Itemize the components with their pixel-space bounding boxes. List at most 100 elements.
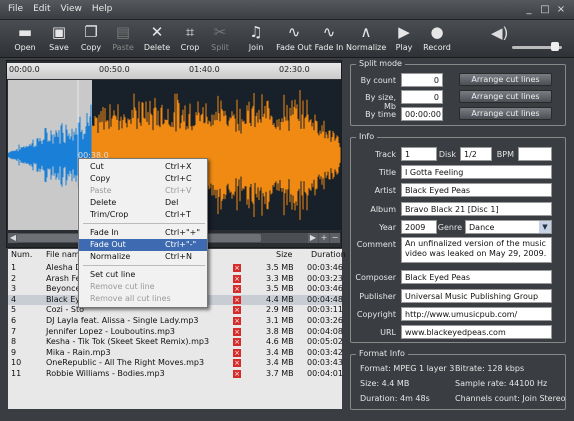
split-value-field[interactable]: 0 bbox=[401, 90, 443, 104]
close-button[interactable]: × bbox=[554, 3, 568, 16]
copy-button[interactable]: ❐ Copy bbox=[78, 22, 104, 52]
save-button[interactable]: ▣ Save bbox=[46, 22, 72, 52]
split-icon: ✂ bbox=[213, 23, 227, 41]
col-num[interactable]: Num. bbox=[11, 249, 32, 261]
row-duration: 00:03:23 bbox=[307, 273, 343, 283]
url-field[interactable]: www.blackeyedpeas.com bbox=[401, 325, 552, 339]
fade-in-icon: ∿ bbox=[322, 23, 336, 41]
ruler-tick: 00:00.0 bbox=[9, 65, 40, 74]
play-button[interactable]: ▶ Play bbox=[391, 22, 417, 52]
volume-knob[interactable] bbox=[551, 42, 559, 51]
menu-item-label: Copy bbox=[90, 174, 111, 183]
remove-file-icon[interactable]: × bbox=[233, 359, 241, 368]
disk-field[interactable]: 1/2 bbox=[460, 147, 492, 161]
menu-item-label: Remove all cut lines bbox=[90, 294, 171, 303]
menu-file[interactable]: File bbox=[8, 4, 23, 14]
menu-item-shortcut: Ctrl+C bbox=[165, 174, 192, 183]
arrange-cut-lines-button[interactable]: Arrange cut lines bbox=[459, 73, 552, 86]
row-file-name: Mika - Rain.mp3 bbox=[46, 347, 111, 357]
table-row[interactable]: 10 OneRepublic - All The Right Moves.mp3 3… bbox=[8, 358, 343, 369]
remove-file-icon[interactable]: × bbox=[233, 317, 241, 325]
menu-item-cut[interactable]: Cut Ctrl+X bbox=[79, 161, 207, 173]
remove-file-icon[interactable]: × bbox=[233, 348, 241, 357]
split-mode-title: Split mode bbox=[356, 59, 405, 68]
track-label: Track bbox=[375, 150, 396, 159]
menu-item-remove-all-cut-lines[interactable]: Remove all cut lines bbox=[79, 293, 207, 305]
toolbar-label: Play bbox=[395, 43, 413, 52]
maximize-button[interactable]: □ bbox=[538, 3, 552, 16]
copyright-label: Copyright bbox=[356, 310, 396, 319]
genre-select[interactable]: Dance ▼ bbox=[465, 220, 552, 234]
play-icon: ▶ bbox=[398, 23, 410, 41]
row-size: 3.4 MB bbox=[266, 358, 294, 368]
delete-button[interactable]: ✕ Delete bbox=[142, 22, 172, 52]
zoom-in-button[interactable]: + bbox=[319, 233, 329, 243]
menu-item-set-cut-line[interactable]: Set cut line bbox=[79, 269, 207, 281]
fade-out-button[interactable]: ∿ Fade Out bbox=[276, 22, 312, 52]
menu-item-delete[interactable]: Delete Del bbox=[79, 197, 207, 209]
row-size: 4.6 MB bbox=[266, 337, 294, 347]
composer-field[interactable]: Black Eyed Peas bbox=[401, 270, 552, 284]
record-button[interactable]: ● Record bbox=[420, 22, 454, 52]
col-size[interactable]: Size bbox=[276, 249, 292, 261]
crop-icon: ⌗ bbox=[185, 23, 195, 41]
menu-item-fade-out[interactable]: Fade Out Ctrl+"-" bbox=[79, 239, 207, 251]
minimize-button[interactable]: _ bbox=[522, 3, 536, 16]
chevron-down-icon[interactable]: ▼ bbox=[539, 221, 551, 233]
row-size: 3.4 MB bbox=[266, 347, 294, 357]
format-text: Format: MPEG 1 layer 3 bbox=[360, 364, 455, 373]
menu-view[interactable]: View bbox=[61, 4, 82, 14]
menu-item-paste[interactable]: Paste Ctrl+V bbox=[79, 185, 207, 197]
crop-button[interactable]: ⌗ Crop bbox=[177, 22, 203, 52]
menu-item-copy[interactable]: Copy Ctrl+C bbox=[79, 173, 207, 185]
publisher-field[interactable]: Universal Music Publishing Group bbox=[401, 289, 552, 303]
remove-file-icon[interactable]: × bbox=[233, 338, 241, 347]
join-button[interactable]: ♫ Join bbox=[243, 22, 269, 52]
menu-separator bbox=[83, 265, 205, 266]
split-button[interactable]: ✂ Split bbox=[207, 22, 233, 52]
menu-item-trim-crop[interactable]: Trim/Crop Ctrl+T bbox=[79, 209, 207, 221]
paste-button[interactable]: ▤ Paste bbox=[110, 22, 136, 52]
row-num: 11 bbox=[11, 369, 22, 378]
split-value-field[interactable]: 00:00:00 bbox=[401, 107, 443, 121]
table-row[interactable]: 11 Robbie Williams - Bodies.mp3 3.7 MB 00:0… bbox=[8, 369, 343, 380]
year-label: Year bbox=[379, 223, 396, 232]
remove-file-icon[interactable]: × bbox=[233, 264, 241, 272]
track-field[interactable]: 1 bbox=[401, 147, 437, 161]
year-field[interactable]: 2009 bbox=[401, 220, 437, 234]
zoom-out-button[interactable]: − bbox=[330, 233, 340, 243]
open-button[interactable]: ▬ Open bbox=[12, 22, 38, 52]
col-duration[interactable]: Duration bbox=[311, 249, 346, 261]
album-field[interactable]: Bravo Black 21 [Disc 1] bbox=[401, 202, 552, 216]
menu-item-normalize[interactable]: Normalize Ctrl+N bbox=[79, 251, 207, 263]
menu-item-label: Remove cut line bbox=[90, 282, 155, 291]
scroll-right-button[interactable]: ▶ bbox=[308, 233, 318, 243]
composer-label: Composer bbox=[355, 273, 396, 282]
arrange-cut-lines-button[interactable]: Arrange cut lines bbox=[459, 90, 552, 103]
table-row[interactable]: 9 Mika - Rain.mp3 3.4 MB 00:03:42 × bbox=[8, 347, 343, 359]
copyright-field[interactable]: http://www.umusicpub.com/ bbox=[401, 307, 552, 321]
menu-edit[interactable]: Edit bbox=[33, 4, 50, 14]
remove-file-icon[interactable]: × bbox=[233, 306, 241, 315]
artist-field[interactable]: Black Eyed Peas bbox=[401, 183, 552, 197]
comment-field[interactable]: An unfinalized version of the music vide… bbox=[401, 237, 552, 263]
fade-in-button[interactable]: ∿ Fade In bbox=[314, 22, 344, 52]
menu-item-remove-cut-line[interactable]: Remove cut line bbox=[79, 281, 207, 293]
table-row[interactable]: 6 DJ Layla feat. Alissa - Single Lady.mp3… bbox=[8, 316, 343, 327]
arrange-cut-lines-button[interactable]: Arrange cut lines bbox=[459, 107, 552, 120]
menu-item-fade-in[interactable]: Fade In Ctrl+"+" bbox=[79, 227, 207, 239]
title-field[interactable]: I Gotta Feeling bbox=[401, 165, 552, 179]
table-row[interactable]: 7 Jennifer Lopez - Louboutins.mp3 3.8 MB 00… bbox=[8, 327, 343, 338]
remove-file-icon[interactable]: × bbox=[233, 285, 241, 294]
normalize-button[interactable]: ∧ Normalize bbox=[346, 22, 386, 52]
remove-file-icon[interactable]: × bbox=[233, 327, 241, 336]
split-value-field[interactable]: 0 bbox=[401, 73, 443, 87]
remove-file-icon[interactable]: × bbox=[233, 295, 241, 304]
info-title: Info bbox=[356, 132, 378, 141]
toolbar-label: Copy bbox=[80, 43, 102, 52]
menu-help[interactable]: Help bbox=[92, 4, 113, 14]
remove-file-icon[interactable]: × bbox=[233, 370, 241, 378]
remove-file-icon[interactable]: × bbox=[233, 274, 241, 283]
table-row[interactable]: 8 Kesha - Tik Tok (Skeet Skeet Remix).mp3… bbox=[8, 337, 343, 348]
bpm-field[interactable] bbox=[518, 147, 552, 161]
